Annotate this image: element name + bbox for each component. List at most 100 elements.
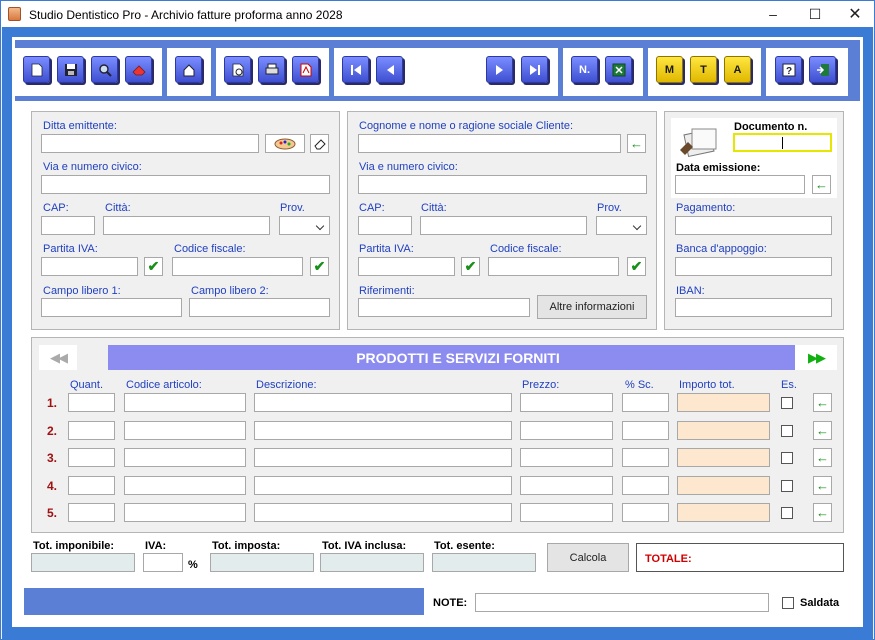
piva-check-button[interactable]: ✔ [144, 257, 163, 276]
maximize-button[interactable]: ☐ [795, 1, 835, 27]
prev-page-button[interactable]: ◀◀ [39, 345, 77, 370]
row-action-button[interactable]: ← [813, 475, 832, 495]
t-button[interactable]: T [690, 56, 717, 83]
quant-field[interactable] [68, 503, 115, 522]
tot-iva-inclusa-field [320, 553, 424, 572]
piva-field[interactable] [41, 257, 138, 276]
totale-box: TOTALE: [636, 543, 844, 572]
esente-checkbox[interactable] [781, 397, 793, 409]
via-field[interactable] [41, 175, 330, 194]
cliente-piva-field[interactable] [358, 257, 455, 276]
cliente-cf-check-button[interactable]: ✔ [627, 257, 646, 276]
last-record-button[interactable] [521, 56, 548, 83]
altre-informazioni-button[interactable]: Altre informazioni [537, 295, 647, 319]
prov-select[interactable] [279, 216, 330, 235]
cap-field[interactable] [41, 216, 95, 235]
excel-button[interactable] [605, 56, 632, 83]
m-button[interactable]: M [656, 56, 683, 83]
help-button[interactable]: ? [775, 56, 802, 83]
ditta-emittente-field[interactable] [41, 134, 259, 153]
quant-field[interactable] [68, 420, 115, 440]
sconto-field[interactable] [622, 475, 669, 495]
number-button[interactable]: N. [571, 56, 598, 83]
cliente-citta-field[interactable] [420, 216, 587, 235]
banca-field[interactable] [675, 257, 832, 276]
riferimenti-field[interactable] [358, 298, 530, 317]
search-button[interactable] [91, 56, 118, 83]
pdf-button[interactable] [292, 56, 319, 83]
prezzo-field[interactable] [520, 420, 613, 440]
quant-field[interactable] [68, 448, 115, 467]
emittente-panel: Ditta emittente: Via e numero civico: CA… [31, 111, 340, 330]
cliente-cf-field[interactable] [488, 257, 619, 276]
home-button[interactable] [175, 56, 202, 83]
cf-field[interactable] [172, 257, 303, 276]
print-button[interactable] [258, 56, 285, 83]
prezzo-field[interactable] [520, 393, 613, 412]
cliente-via-field[interactable] [358, 175, 647, 194]
sconto-field[interactable] [622, 503, 669, 522]
row-action-button[interactable]: ← [813, 503, 832, 522]
minimize-button[interactable]: – [753, 1, 793, 27]
a-button[interactable]: A [724, 56, 751, 83]
descrizione-field[interactable] [254, 448, 512, 467]
row-action-button[interactable]: ← [813, 393, 832, 412]
codice-field[interactable] [124, 503, 246, 522]
palette-button[interactable] [265, 134, 305, 153]
documento-numero-field[interactable] [733, 133, 832, 152]
cliente-lookup-button[interactable]: ← [627, 134, 646, 153]
next-record-button[interactable] [486, 56, 513, 83]
previous-record-button[interactable] [376, 56, 403, 83]
cliente-piva-check-button[interactable]: ✔ [461, 257, 480, 276]
saldata-checkbox[interactable] [782, 597, 794, 609]
descrizione-field[interactable] [254, 475, 512, 495]
calcola-button[interactable]: Calcola [547, 543, 629, 572]
data-emissione-field[interactable] [675, 175, 805, 194]
cliente-cap-field[interactable] [358, 216, 412, 235]
esente-checkbox[interactable] [781, 479, 793, 492]
tot-esente-field [432, 553, 536, 572]
codice-field[interactable] [124, 448, 246, 467]
row-action-button[interactable]: ← [813, 448, 832, 467]
next-page-button[interactable]: ▶▶ [795, 345, 837, 370]
save-button[interactable] [57, 56, 84, 83]
prezzo-field[interactable] [520, 448, 613, 467]
citta-field[interactable] [103, 216, 270, 235]
data-emissione-button[interactable]: ← [812, 175, 831, 194]
iva-field[interactable] [143, 553, 183, 572]
esente-checkbox[interactable] [781, 507, 793, 519]
quant-field[interactable] [68, 393, 115, 412]
esente-checkbox[interactable] [781, 424, 793, 437]
piva-label: Partita IVA: [43, 243, 98, 255]
codice-field[interactable] [124, 420, 246, 440]
campo-libero-2-field[interactable] [189, 298, 330, 317]
clear-button[interactable] [310, 134, 329, 153]
codice-field[interactable] [124, 475, 246, 495]
sconto-field[interactable] [622, 420, 669, 440]
iva-percent-label: % [188, 559, 198, 571]
prezzo-field[interactable] [520, 503, 613, 522]
cf-check-button[interactable]: ✔ [310, 257, 329, 276]
iban-field[interactable] [675, 298, 832, 317]
prezzo-field[interactable] [520, 475, 613, 495]
esente-checkbox[interactable] [781, 452, 793, 464]
codice-field[interactable] [124, 393, 246, 412]
preview-button[interactable] [224, 56, 251, 83]
pagamento-field[interactable] [675, 216, 832, 235]
descrizione-field[interactable] [254, 503, 512, 522]
first-record-button[interactable] [342, 56, 369, 83]
descrizione-field[interactable] [254, 420, 512, 440]
sconto-field[interactable] [622, 448, 669, 467]
delete-button[interactable] [125, 56, 152, 83]
quant-field[interactable] [68, 475, 115, 495]
sconto-field[interactable] [622, 393, 669, 412]
campo-libero-1-field[interactable] [41, 298, 182, 317]
descrizione-field[interactable] [254, 393, 512, 412]
note-field[interactable] [475, 593, 769, 612]
row-action-button[interactable]: ← [813, 420, 832, 440]
cliente-nome-field[interactable] [358, 134, 621, 153]
exit-button[interactable] [809, 56, 836, 83]
new-document-button[interactable] [23, 56, 50, 83]
cliente-prov-select[interactable] [596, 216, 647, 235]
close-button[interactable]: ✕ [835, 1, 875, 27]
